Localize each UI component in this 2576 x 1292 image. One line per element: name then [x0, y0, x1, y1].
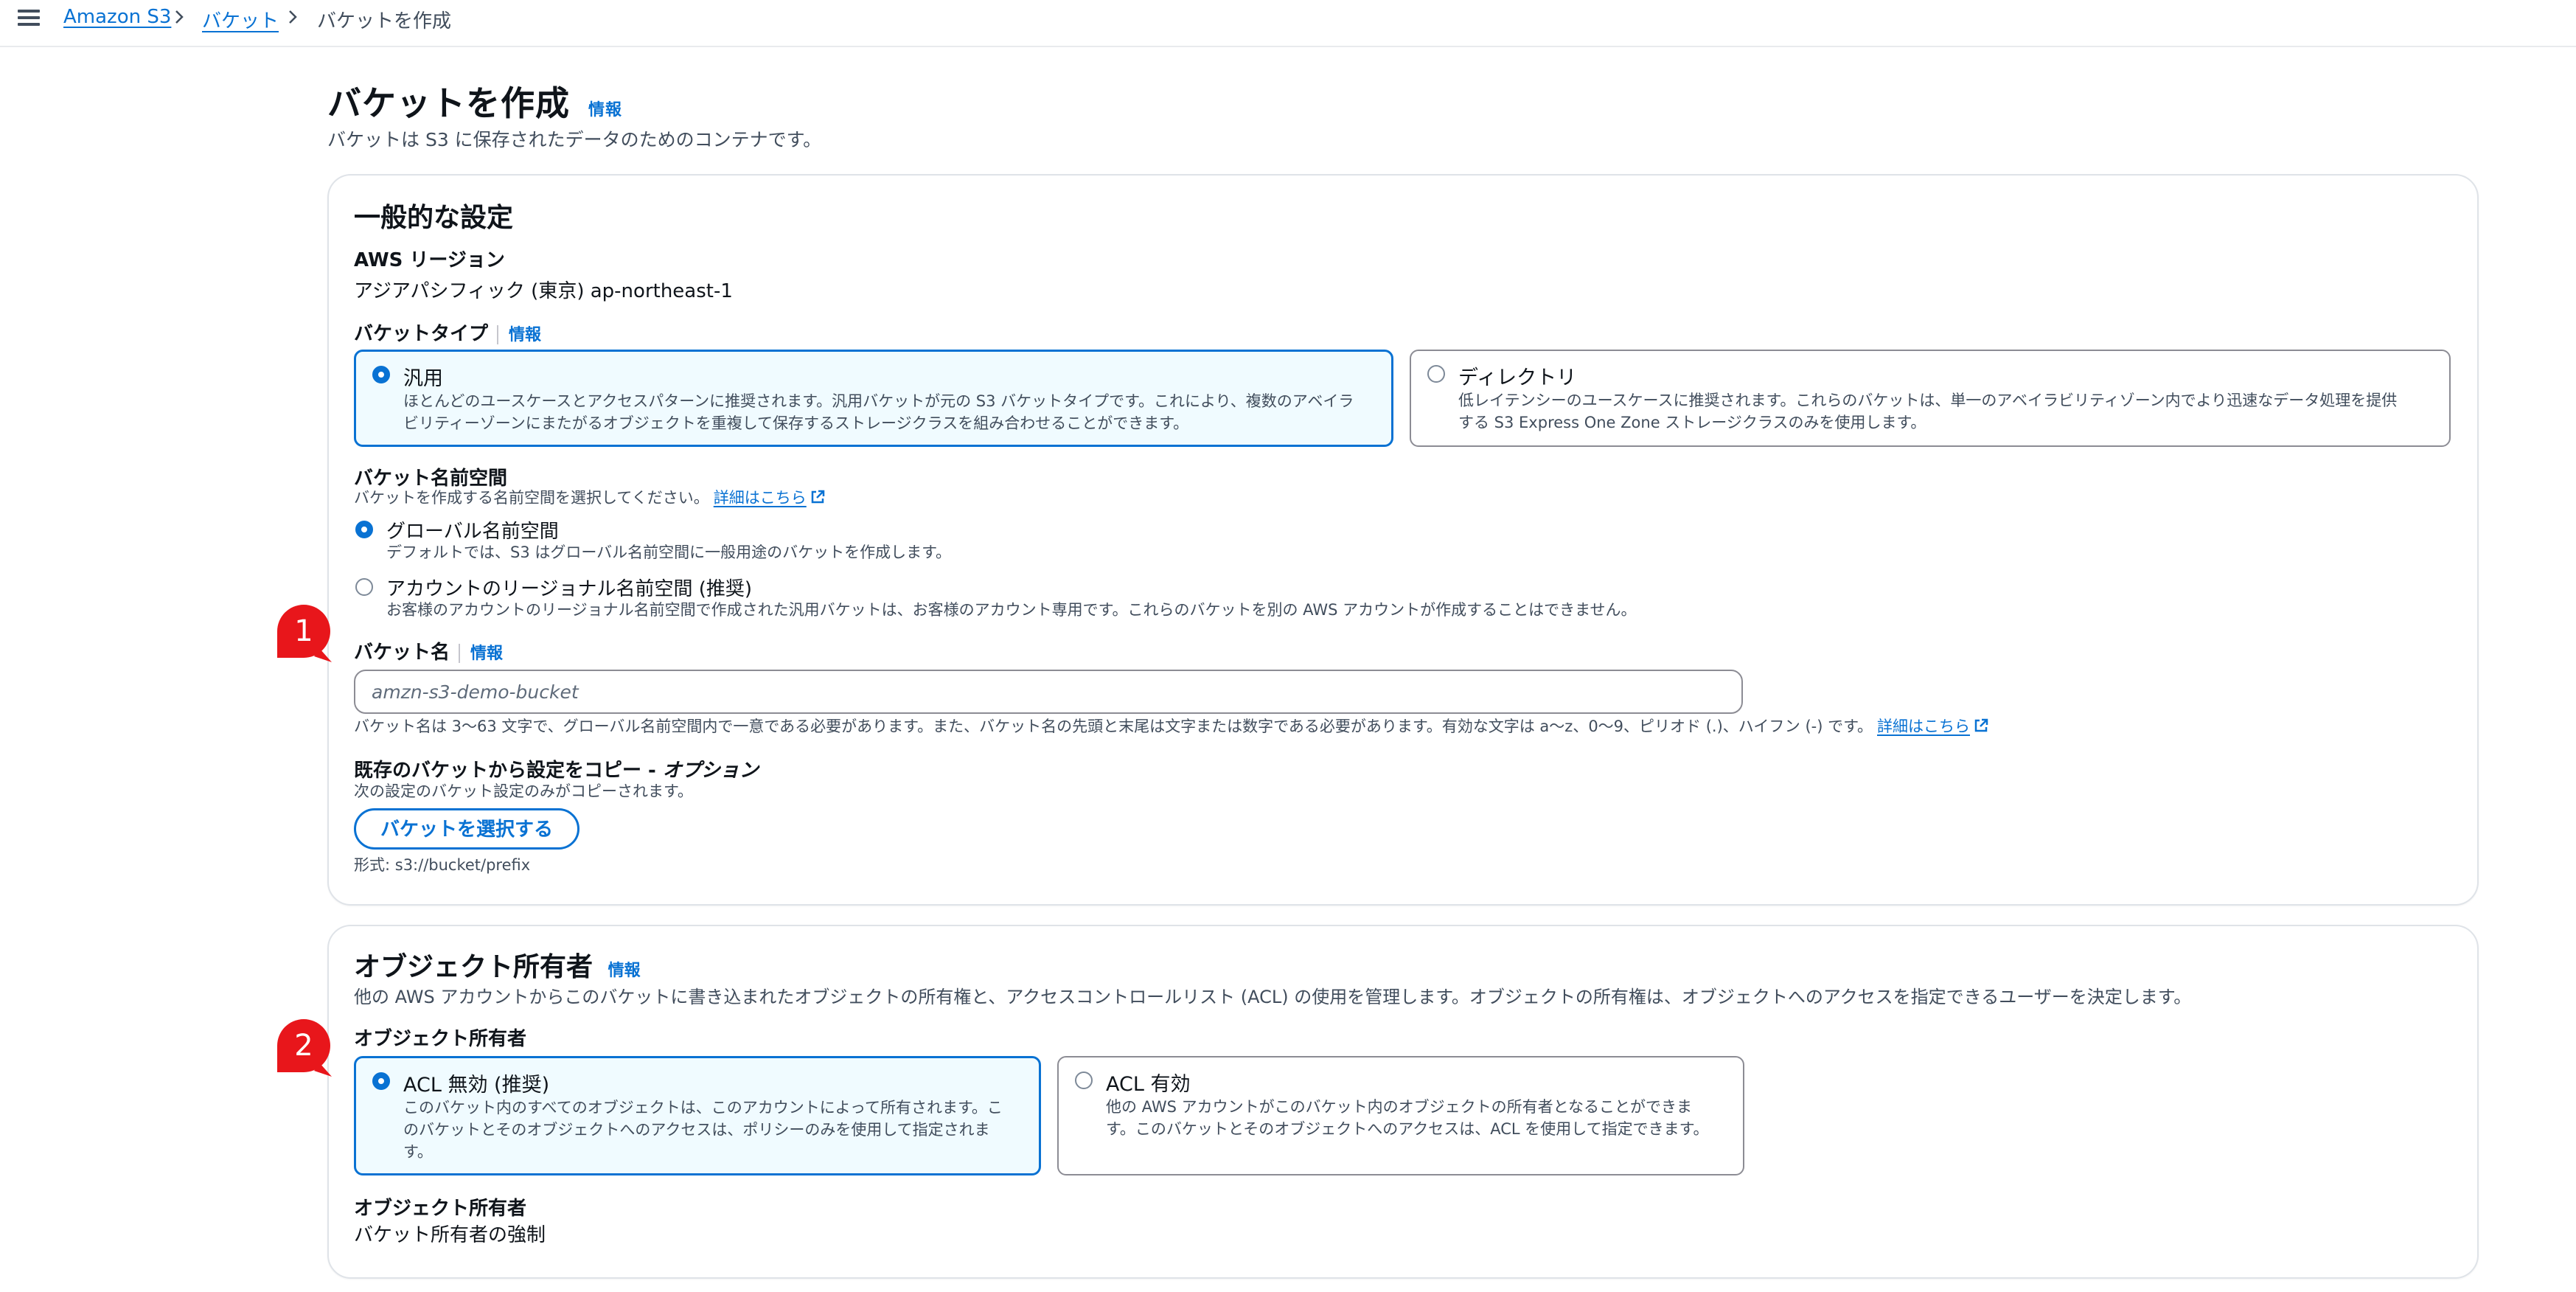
choose-bucket-button[interactable]: バケットを選択する [354, 808, 579, 850]
general-settings-panel: 一般的な設定 AWS リージョン アジアパシフィック (東京) ap-north… [327, 174, 2479, 906]
menu-icon[interactable] [18, 7, 40, 26]
info-link[interactable]: 情報 [588, 101, 622, 119]
callout-marker-1: 1 [276, 603, 332, 662]
section-heading-text: オブジェクト所有者 [354, 952, 593, 982]
page-title-text: バケットを作成 [327, 83, 570, 123]
breadcrumb-buckets[interactable]: バケット [202, 6, 279, 33]
tile-description-line: このバケット内のすべてのオブジェクトは、このアカウントによって所有されます。こ [403, 1099, 1003, 1116]
tile-description-line: す。このバケットとそのオブジェクトへのアクセスは、ACL を使用して指定できます… [1106, 1120, 1709, 1138]
top-navigation: Amazon S3 バケット バケットを作成 [0, 0, 2576, 47]
object-ownership-label: オブジェクト所有者 [354, 1028, 527, 1050]
acl-disabled-tile[interactable]: ACL 無効 (推奨) このバケット内のすべてのオブジェクトは、このアカウントに… [354, 1056, 1041, 1175]
bucket-name-label: バケット名 情報 [354, 637, 503, 664]
object-owner-value: バケット所有者の強制 [354, 1224, 546, 1246]
tile-title: ACL 無効 (推奨) [403, 1074, 550, 1097]
page-description: バケットは S3 に保存されたデータのためのコンテナです。 [327, 129, 822, 150]
external-link-icon [1973, 718, 1989, 734]
bucket-name-label-text: バケット名 [354, 642, 450, 664]
radio-directory[interactable] [1427, 365, 1445, 383]
copy-settings-label: 既存のバケットから設定をコピー - オプション [354, 755, 759, 782]
callout-number: 1 [294, 614, 313, 648]
page-title: バケットを作成 情報 [327, 77, 622, 125]
namespace-description: バケットを作成する名前空間を選択してください。 詳細はこちら [354, 487, 826, 509]
tile-description: 低レイテンシーのユースケースに推奨されます。これらのバケットは、単一のアベイラビ… [1458, 389, 2397, 434]
option-description: デフォルトでは、S3 はグローバル名前空間に一般用途のバケットを作成します。 [386, 543, 952, 561]
region-label: AWS リージョン [354, 249, 505, 271]
namespace-description-text: バケットを作成する名前空間を選択してください。 [354, 489, 709, 507]
radio-regional-namespace[interactable] [355, 578, 373, 596]
tile-description: 他の AWS アカウントがこのバケット内のオブジェクトの所有者となることができま… [1106, 1096, 1709, 1140]
optional-tag: オプション [662, 760, 759, 782]
radio-general-purpose[interactable] [372, 366, 390, 383]
radio-acl-enabled[interactable] [1075, 1072, 1093, 1089]
tile-title: ACL 有効 [1106, 1073, 1191, 1096]
section-heading: オブジェクト所有者 情報 [354, 945, 641, 984]
callout-marker-2: 2 [276, 1018, 332, 1077]
option-title: アカウントのリージョナル名前空間 (推奨) [386, 578, 753, 600]
info-link[interactable]: 情報 [509, 326, 541, 344]
bucket-type-label: バケットタイプ 情報 [354, 319, 541, 346]
tile-description-line: す。 [403, 1143, 433, 1161]
option-title: グローバル名前空間 [386, 521, 559, 543]
chevron-right-icon [285, 9, 301, 25]
bucket-name-hint-text: バケット名は 3～63 文字で、グローバル名前空間内で一意である必要があります。… [354, 718, 1873, 735]
radio-acl-disabled[interactable] [372, 1072, 390, 1090]
tile-description-line: ほとんどのユースケースとアクセスパターンに推奨されます。汎用バケットが元の S3… [403, 392, 1354, 410]
bucket-name-hint: バケット名は 3～63 文字で、グローバル名前空間内で一意である必要があります。… [354, 715, 1989, 737]
external-link-icon [810, 489, 826, 505]
tile-description: ほとんどのユースケースとアクセスパターンに推奨されます。汎用バケットが元の S3… [403, 390, 1354, 434]
radio-global-namespace[interactable] [355, 521, 373, 538]
format-hint: 形式: s3://bucket/prefix [354, 856, 531, 874]
copy-settings-label-text: 既存のバケットから設定をコピー - [354, 760, 663, 782]
bucket-name-input[interactable] [354, 670, 1743, 714]
info-link[interactable]: 情報 [608, 962, 641, 980]
tile-description-line: ビリティーゾーンにまたがるオブジェクトを重複して保存するストレージクラスを組み合… [403, 414, 1189, 432]
section-description: 他の AWS アカウントからこのバケットに書き込まれたオブジェクトの所有権と、ア… [354, 987, 2192, 1007]
tile-description-line: のバケットとそのオブジェクトへのアクセスは、ポリシーのみを使用して指定されま [403, 1121, 990, 1139]
breadcrumb-amazon-s3[interactable]: Amazon S3 [63, 6, 171, 28]
object-ownership-panel: オブジェクト所有者 情報 他の AWS アカウントからこのバケットに書き込まれた… [327, 925, 2479, 1279]
bucket-type-general-tile[interactable]: 汎用 ほとんどのユースケースとアクセスパターンに推奨されます。汎用バケットが元の… [354, 350, 1393, 447]
object-owner-label: オブジェクト所有者 [354, 1198, 527, 1220]
copy-settings-description: 次の設定のバケット設定のみがコピーされます。 [354, 782, 693, 800]
tile-description: このバケット内のすべてのオブジェクトは、このアカウントによって所有されます。こ … [403, 1097, 1003, 1163]
section-heading: 一般的な設定 [354, 203, 514, 233]
tile-description-line: 低レイテンシーのユースケースに推奨されます。これらのバケットは、単一のアベイラビ… [1458, 392, 2398, 409]
tile-description-line: 他の AWS アカウントがこのバケット内のオブジェクトの所有者となることができま [1106, 1098, 1693, 1116]
chevron-right-icon [171, 9, 187, 25]
option-description: お客様のアカウントのリージョナル名前空間で作成された汎用バケットは、お客様のアカ… [386, 601, 1637, 619]
region-value: アジアパシフィック (東京) ap-northeast-1 [354, 280, 733, 302]
tile-description-line: する S3 Express One Zone ストレージクラスのみを使用します。 [1458, 414, 1926, 431]
acl-enabled-tile[interactable]: ACL 有効 他の AWS アカウントがこのバケット内のオブジェクトの所有者とな… [1057, 1056, 1744, 1175]
bucket-type-label-text: バケットタイプ [354, 323, 489, 345]
tile-title: ディレクトリ [1458, 367, 1577, 389]
learn-more-link[interactable]: 詳細はこちら [1877, 718, 1970, 735]
breadcrumb-current: バケットを作成 [317, 10, 452, 32]
bucket-type-directory-tile[interactable]: ディレクトリ 低レイテンシーのユースケースに推奨されます。これらのバケットは、単… [1410, 350, 2451, 447]
tile-title: 汎用 [403, 367, 443, 390]
learn-more-link[interactable]: 詳細はこちら [714, 489, 807, 507]
callout-number: 2 [294, 1029, 313, 1063]
info-link[interactable]: 情報 [470, 645, 503, 663]
